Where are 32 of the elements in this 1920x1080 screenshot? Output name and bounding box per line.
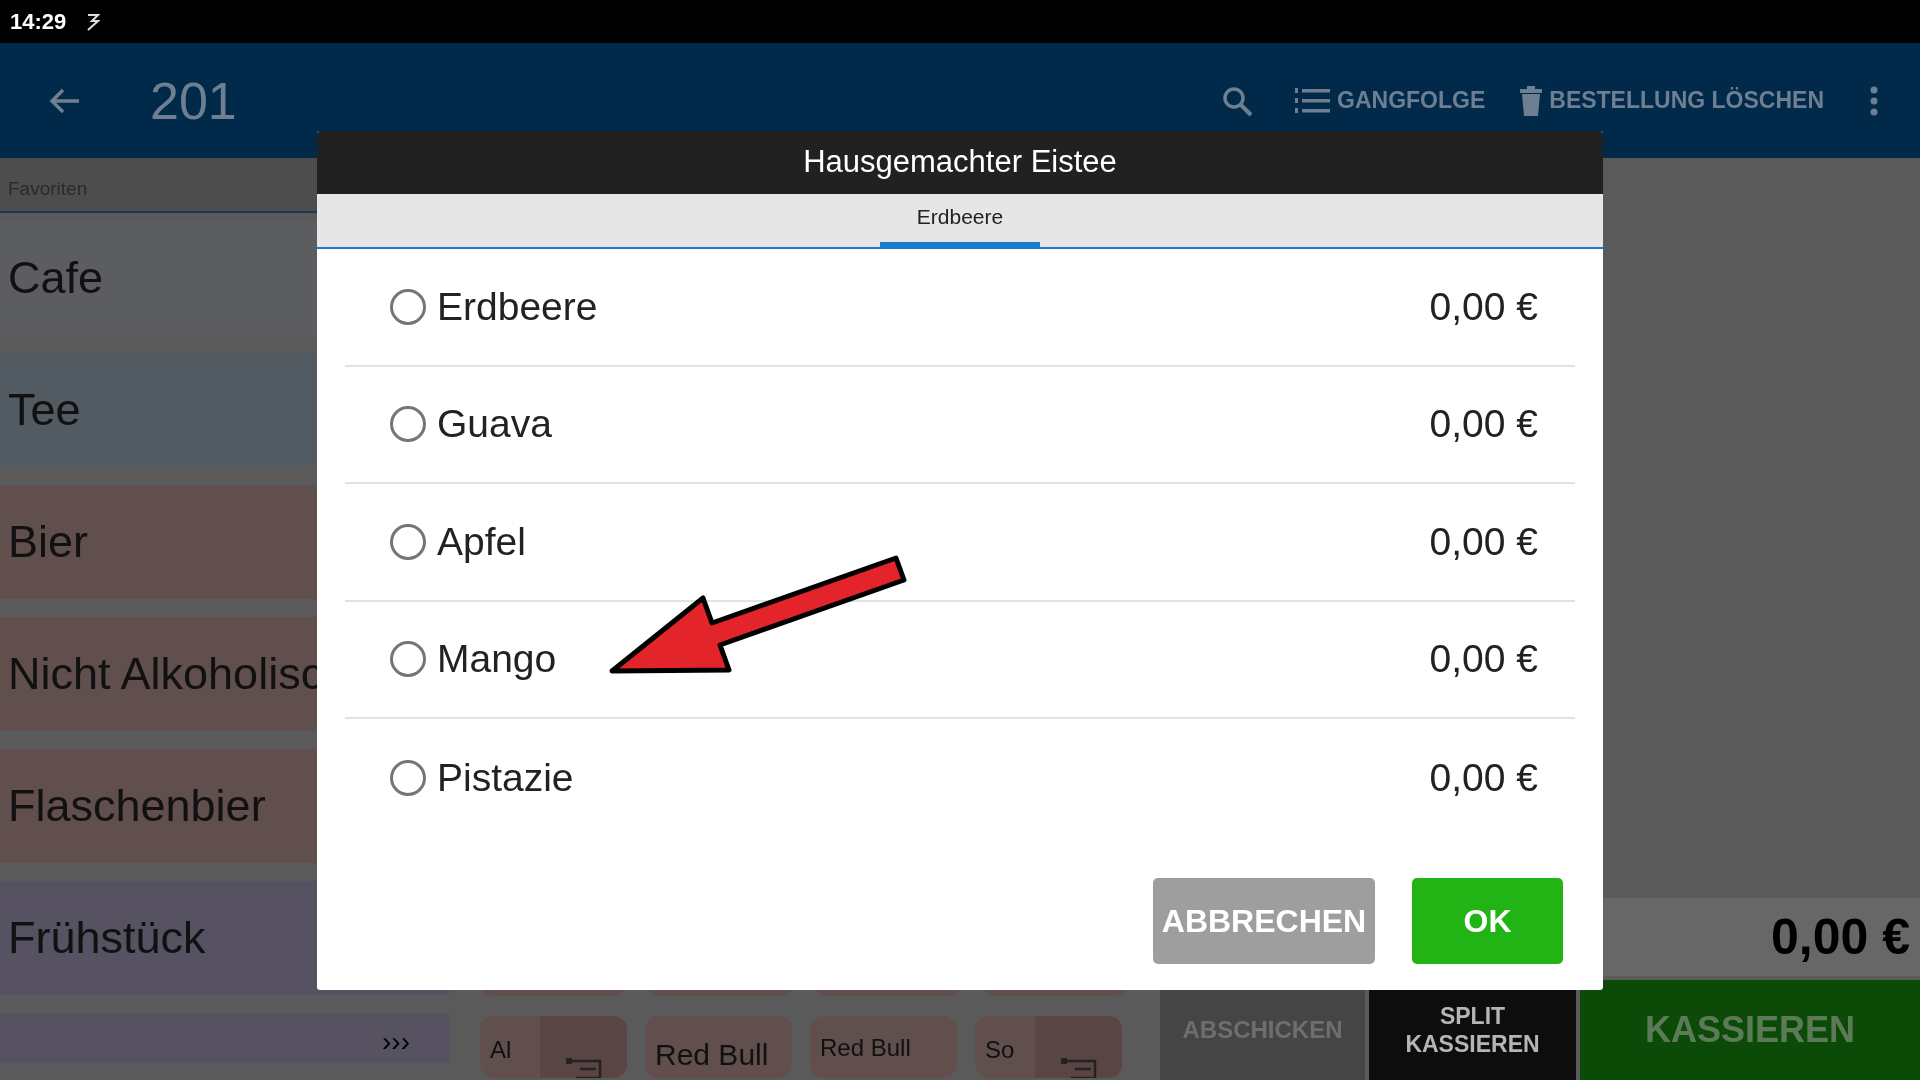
radio-button[interactable] [390, 406, 426, 443]
search-icon [1221, 84, 1254, 117]
dialog-tab[interactable]: Erdbeere [880, 194, 1040, 247]
numbered-list-icon [1295, 85, 1332, 116]
product-tile[interactable]: Al [480, 1016, 627, 1078]
radio-button[interactable] [390, 288, 426, 325]
note-icon [565, 1056, 602, 1078]
product-tile[interactable]: So [975, 1016, 1122, 1078]
ok-button[interactable]: OK [1412, 878, 1563, 964]
product-tile[interactable]: Red Bull [810, 1016, 957, 1078]
radio-button[interactable] [390, 759, 426, 796]
action-button[interactable]: KASSIEREN [1580, 980, 1920, 1080]
table-number: 201 [150, 70, 237, 132]
option-price: 0,00 € [1429, 283, 1538, 330]
trash-icon [1519, 84, 1544, 117]
note-icon [1060, 1056, 1097, 1078]
delete-order-button[interactable]: BESTELLUNG LÖSCHEN [1519, 83, 1824, 118]
more-menu-icon [1870, 85, 1878, 116]
product-tile[interactable]: Red Bull [645, 1016, 792, 1078]
back-arrow-icon [49, 86, 81, 115]
option-price: 0,00 € [1429, 518, 1538, 565]
option-price: 0,00 € [1429, 636, 1538, 682]
cancel-button[interactable]: ABBRECHEN [1153, 878, 1375, 964]
course-order-button[interactable]: GANGFOLGE [1295, 83, 1486, 118]
radio-button[interactable] [390, 641, 426, 678]
radio-button[interactable] [390, 523, 426, 560]
total-amount: 0,00 € [1771, 907, 1910, 967]
option-price: 0,00 € [1429, 754, 1538, 801]
category-button[interactable]: ››› [0, 1013, 450, 1063]
option-price: 0,00 € [1429, 401, 1538, 447]
dialog-title: Hausgemachter Eistee [803, 143, 1117, 182]
status-time: 14:29 [10, 8, 67, 36]
